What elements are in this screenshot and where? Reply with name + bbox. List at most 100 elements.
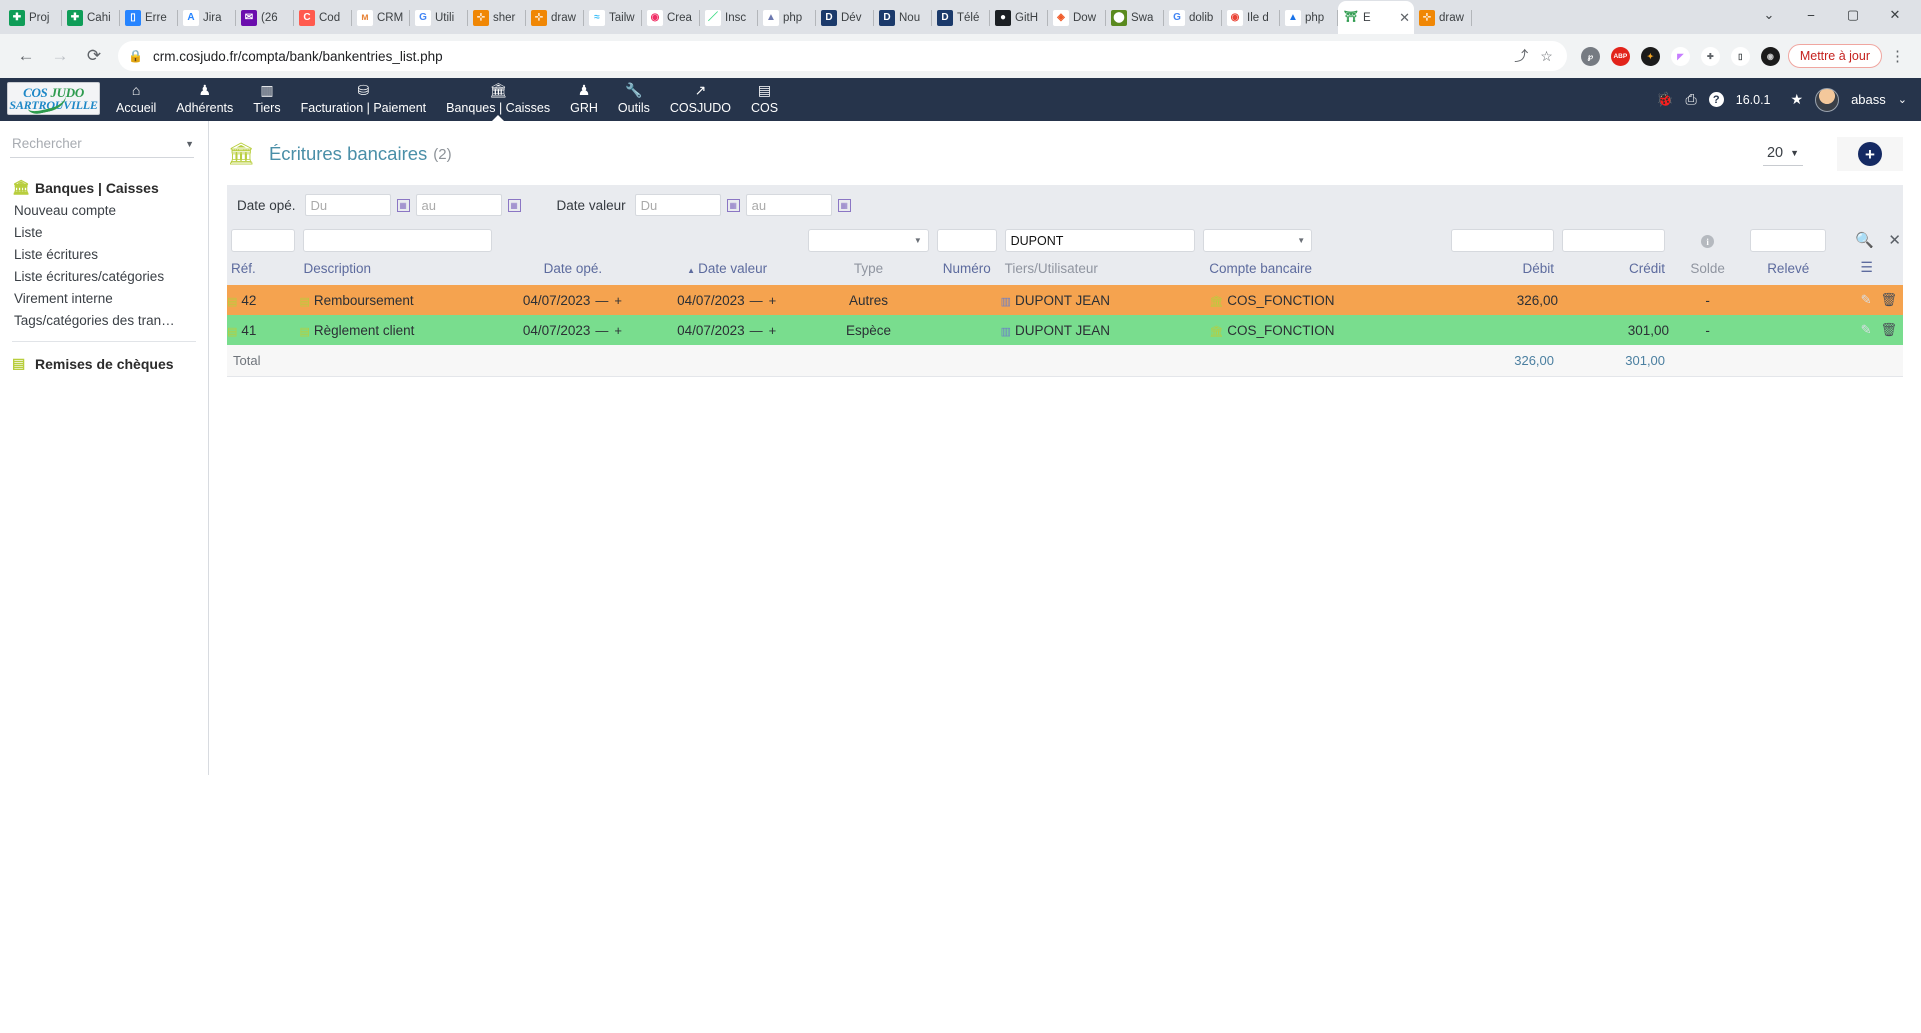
th-date-ope[interactable]: Date opé. <box>495 252 651 285</box>
browser-tab[interactable]: ≈ Tailw <box>584 1 642 34</box>
printer-icon[interactable]: ⎙ <box>1686 91 1697 108</box>
cell-description[interactable]: Règlement client <box>314 323 415 338</box>
cell-compte[interactable]: COS_FONCTION <box>1227 323 1334 338</box>
user-menu-chevron-icon[interactable]: ⌄ <box>1898 93 1907 106</box>
browser-tab[interactable]: ▲ php <box>1280 1 1338 34</box>
navitem-adh-rents[interactable]: ♟ Adhérents <box>166 78 243 121</box>
reload-button[interactable]: ⟳ <box>78 40 110 72</box>
sidebar-item-0[interactable]: Nouveau compte <box>0 199 208 221</box>
maximize-button[interactable]: ▢ <box>1833 0 1873 30</box>
sidebar-search[interactable]: ▼ <box>10 135 194 158</box>
star-icon[interactable]: ☆ <box>1540 48 1553 65</box>
table-row[interactable]: ▤ 41 ▤ Règlement client 04/07/2023— +04/07/20… <box>227 315 1903 345</box>
sidebar-item-1[interactable]: Liste <box>0 221 208 243</box>
search-input[interactable] <box>10 135 180 152</box>
chevron-down-icon[interactable]: ▼ <box>179 139 194 149</box>
browser-tab-last[interactable]: ⊹ draw <box>1414 1 1472 34</box>
info-icon[interactable]: i <box>1701 235 1715 248</box>
filter-releve-input[interactable] <box>1750 229 1827 252</box>
pencil-icon[interactable]: ✎ <box>1861 322 1872 337</box>
browser-tab[interactable]: ⊹ draw <box>526 1 584 34</box>
browser-tab[interactable]: Gdolib <box>1164 1 1222 34</box>
help-circle-icon[interactable]: ? <box>1708 92 1724 107</box>
browser-tab[interactable]: D Télé <box>932 1 990 34</box>
filter-compte-select[interactable]: ▼ <box>1203 229 1313 252</box>
cell-compte[interactable]: COS_FONCTION <box>1227 293 1334 308</box>
puzzle-extensions-icon[interactable]: ✚ <box>1700 46 1720 66</box>
filter-type-select[interactable]: ▼ <box>808 229 929 252</box>
th-releve[interactable]: Relevé <box>1746 252 1831 285</box>
clear-filters-icon[interactable]: ✕ <box>1888 232 1901 249</box>
colorzilla-extension[interactable]: ◤ <box>1670 46 1690 66</box>
browser-tab[interactable]: ✚ Proj <box>4 1 62 34</box>
page-limit-select[interactable]: 20 ▼ <box>1762 143 1803 166</box>
date-ope-plus-icon[interactable]: + <box>614 293 623 308</box>
search-icon[interactable]: 🔍 <box>1855 232 1874 249</box>
date-ope-minus-icon[interactable]: — <box>595 293 609 308</box>
cell-tiers[interactable]: DUPONT JEAN <box>1015 293 1110 308</box>
browser-tab[interactable]: ◉ Crea <box>642 1 700 34</box>
honey-extension[interactable]: ✦ <box>1640 46 1660 66</box>
update-browser-button[interactable]: Mettre à jour <box>1787 44 1882 68</box>
column-selector-icon[interactable]: ☰ <box>1860 259 1873 275</box>
back-button[interactable]: ← <box>10 40 42 72</box>
navitem-facturation-paiement[interactable]: ⛁ Facturation | Paiement <box>291 78 437 121</box>
close-tab-icon[interactable]: ✕ <box>1397 10 1412 26</box>
th-type[interactable]: Type <box>804 252 933 285</box>
browser-tab[interactable]: ✚ Cahi <box>62 1 120 34</box>
browser-tab[interactable]: D Dév <box>816 1 874 34</box>
calendar-icon[interactable]: ▦ <box>507 198 521 212</box>
cell-tiers[interactable]: DUPONT JEAN <box>1015 323 1110 338</box>
date-valeur-plus-icon[interactable]: + <box>769 293 778 308</box>
date-ope-minus-icon[interactable]: — <box>595 323 609 338</box>
tab-search-icon[interactable]: ⌄ <box>1749 0 1789 30</box>
navitem-outils[interactable]: 🔧 Outils <box>608 78 660 121</box>
browser-tab[interactable]: G Utili <box>410 1 468 34</box>
kebab-menu-icon[interactable]: ⋮ <box>1884 47 1911 65</box>
calendar-icon[interactable]: ▦ <box>837 198 851 212</box>
date-valeur-minus-icon[interactable]: — <box>750 293 764 308</box>
date-valeur-to-input[interactable]: au <box>745 194 832 216</box>
th-description[interactable]: Description <box>299 252 496 285</box>
sidebar-item-2[interactable]: Liste écritures <box>0 243 208 265</box>
filter-debit-input[interactable] <box>1450 229 1554 252</box>
date-ope-plus-icon[interactable]: + <box>614 323 623 338</box>
forward-button[interactable]: → <box>44 40 76 72</box>
date-valeur-plus-icon[interactable]: + <box>769 323 778 338</box>
date-valeur-minus-icon[interactable]: — <box>750 323 764 338</box>
th-debit[interactable]: Débit <box>1446 252 1558 285</box>
star-bookmark-icon[interactable]: ★ <box>1791 91 1804 108</box>
th-date-valeur[interactable]: ▲ Date valeur <box>650 252 805 285</box>
navitem-tiers[interactable]: ▥ Tiers <box>243 78 290 121</box>
browser-tab[interactable]: D Nou <box>874 1 932 34</box>
address-bar[interactable]: 🔒 crm.cosjudo.fr/compta/bank/bankentries… <box>118 41 1567 71</box>
browser-tab-active[interactable]: ⛩ É ✕ <box>1338 1 1414 34</box>
th-solde[interactable]: Solde <box>1669 252 1747 285</box>
close-window-button[interactable]: ✕ <box>1875 0 1915 30</box>
trash-icon[interactable]: 🗑 <box>1880 322 1897 337</box>
sidebar-item-3[interactable]: Liste écritures/catégories <box>0 265 208 287</box>
profile-icon[interactable]: ◉ <box>1760 46 1780 66</box>
table-row[interactable]: ▤ 42 ▤ Remboursement 04/07/2023— +04/07/2023—… <box>227 285 1903 315</box>
th-numero[interactable]: Numéro <box>932 252 1001 285</box>
cell-description[interactable]: Remboursement <box>314 293 414 308</box>
app-logo[interactable]: COS JUDO SARTROUVILLE <box>7 82 100 115</box>
browser-tab[interactable]: C Cod <box>294 1 352 34</box>
navitem-cos[interactable]: ▤ COS <box>741 78 788 121</box>
filter-ref-input[interactable] <box>231 229 296 252</box>
sidepanel-icon[interactable]: ▯ <box>1730 46 1750 66</box>
sidebar-group-header[interactable]: 🏛 Banques | Caisses <box>0 176 208 199</box>
browser-tab[interactable]: ▯ Erre <box>120 1 178 34</box>
bug-icon[interactable]: 🐞 <box>1656 91 1673 108</box>
browser-tab[interactable]: ✉ (26 <box>236 1 294 34</box>
cell-ref[interactable]: 41 <box>241 323 256 338</box>
filter-description-input[interactable] <box>303 229 492 252</box>
date-ope-from-input[interactable]: Du <box>304 194 391 216</box>
browser-tab[interactable]: ⬤ Swa <box>1106 1 1164 34</box>
filter-tiers-input[interactable] <box>1004 229 1196 252</box>
cell-ref[interactable]: 42 <box>241 293 256 308</box>
th-credit[interactable]: Crédit <box>1558 252 1670 285</box>
navitem-accueil[interactable]: ⌂ Accueil <box>106 78 166 121</box>
navitem-cosjudo[interactable]: ↗ COSJUDO <box>660 78 741 121</box>
date-valeur-from-input[interactable]: Du <box>634 194 721 216</box>
